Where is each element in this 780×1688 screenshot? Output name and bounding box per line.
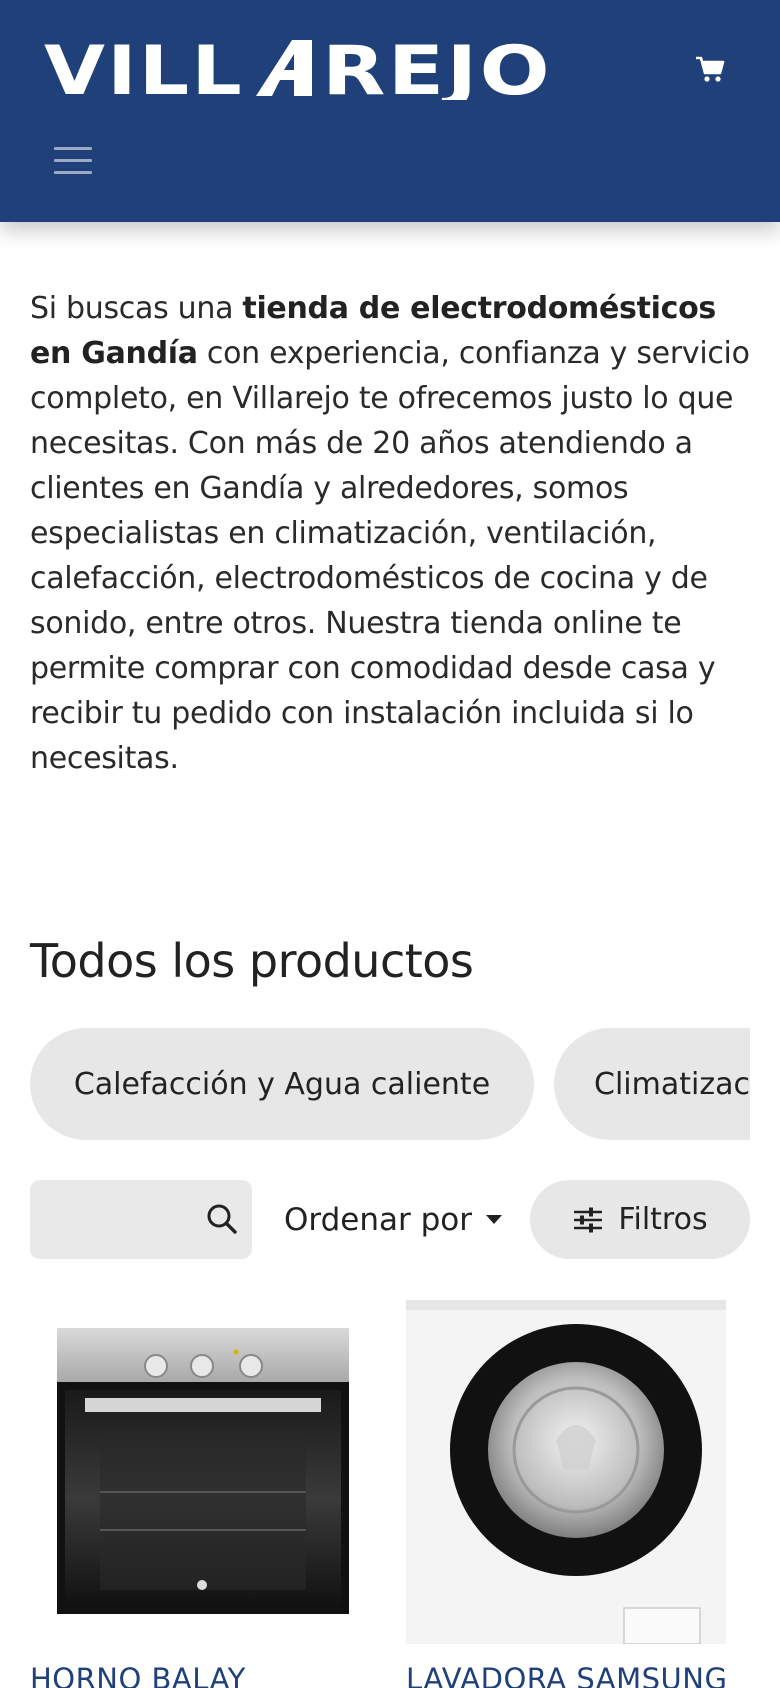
category-pill-climatizacion[interactable]: Climatización <box>554 1028 750 1140</box>
site-header: VILL REJO <box>0 0 780 222</box>
sort-label: Ordenar por <box>284 1201 472 1238</box>
caret-down-icon <box>485 1215 502 1224</box>
svg-text:VILL: VILL <box>44 36 244 100</box>
product-name[interactable]: LAVADORA SAMSUNG <box>406 1662 754 1688</box>
sort-dropdown[interactable]: Ordenar por <box>284 1180 502 1259</box>
sliders-icon <box>574 1207 603 1232</box>
product-card-lavadora[interactable]: LAVADORA SAMSUNG <box>406 1300 754 1688</box>
search-box[interactable] <box>30 1180 252 1259</box>
search-input[interactable] <box>44 1200 174 1240</box>
menu-bar <box>54 158 92 162</box>
washing-machine-image[interactable] <box>406 1300 754 1645</box>
category-pills: Calefacción y Agua caliente Climatizació… <box>30 1028 750 1140</box>
category-pill-calefaccion[interactable]: Calefacción y Agua caliente <box>30 1028 534 1140</box>
filters-label: Filtros <box>618 1202 708 1237</box>
intro-text-2: con experiencia, confianza y servicio co… <box>30 336 750 776</box>
villarejo-logo-icon: VILL REJO <box>44 36 552 100</box>
brand-logo[interactable]: VILL REJO <box>44 36 554 100</box>
svg-text:REJO: REJO <box>322 36 552 100</box>
shopping-cart-icon[interactable] <box>695 55 725 83</box>
intro-text-1: Si buscas una <box>30 291 243 326</box>
product-card-horno[interactable]: HORNO BALAY <box>30 1300 378 1688</box>
intro-paragraph: Si buscas una tienda de electrodoméstico… <box>30 286 755 781</box>
product-name[interactable]: HORNO BALAY <box>30 1662 378 1688</box>
search-icon[interactable] <box>206 1203 238 1235</box>
menu-bar <box>54 170 92 174</box>
filters-button[interactable]: Filtros <box>530 1180 750 1259</box>
hamburger-menu-icon[interactable] <box>46 138 100 182</box>
oven-image[interactable] <box>30 1300 378 1644</box>
menu-bar <box>54 146 92 150</box>
section-title: Todos los productos <box>30 934 474 988</box>
